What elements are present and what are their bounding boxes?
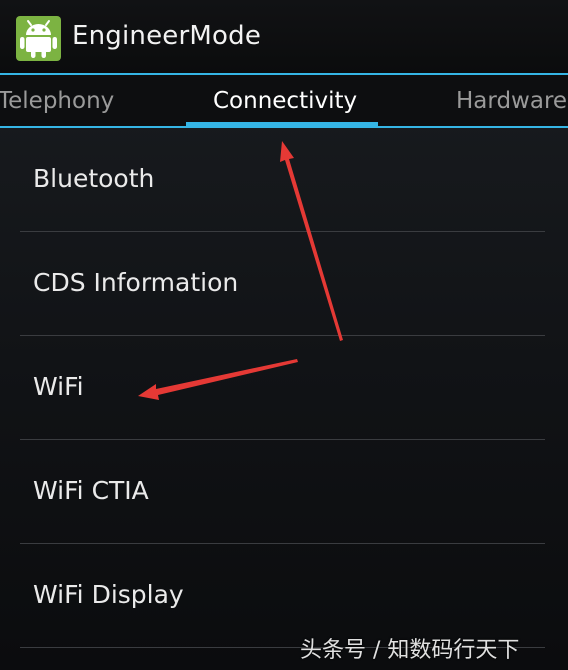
list-item-wifi-ctia[interactable]: WiFi CTIA xyxy=(0,440,568,544)
action-bar: EngineerMode xyxy=(0,0,568,75)
screen: EngineerMode Telephony Connectivity Hard… xyxy=(0,0,568,670)
list-item-label: WiFi Display xyxy=(33,580,184,609)
connectivity-list: Bluetooth CDS Information WiFi WiFi CTIA… xyxy=(0,128,568,648)
list-item-cds-information[interactable]: CDS Information xyxy=(0,232,568,336)
list-item-label: CDS Information xyxy=(33,268,239,297)
list-item-wifi[interactable]: WiFi xyxy=(0,336,568,440)
list-item-bluetooth[interactable]: Bluetooth xyxy=(0,128,568,232)
app-title: EngineerMode xyxy=(72,21,262,51)
tab-bar: Telephony Connectivity Hardware xyxy=(0,75,568,126)
tab-hardware[interactable]: Hardware xyxy=(456,88,567,114)
tab-connectivity[interactable]: Connectivity xyxy=(213,88,357,114)
list-item-label: WiFi xyxy=(33,372,84,401)
list-item-label: WiFi CTIA xyxy=(33,476,149,505)
watermark: 头条号 / 知数码行天下 xyxy=(300,638,520,663)
android-robot-icon xyxy=(16,16,61,61)
list-item-label: Bluetooth xyxy=(33,164,155,193)
tab-telephony[interactable]: Telephony xyxy=(0,88,114,114)
